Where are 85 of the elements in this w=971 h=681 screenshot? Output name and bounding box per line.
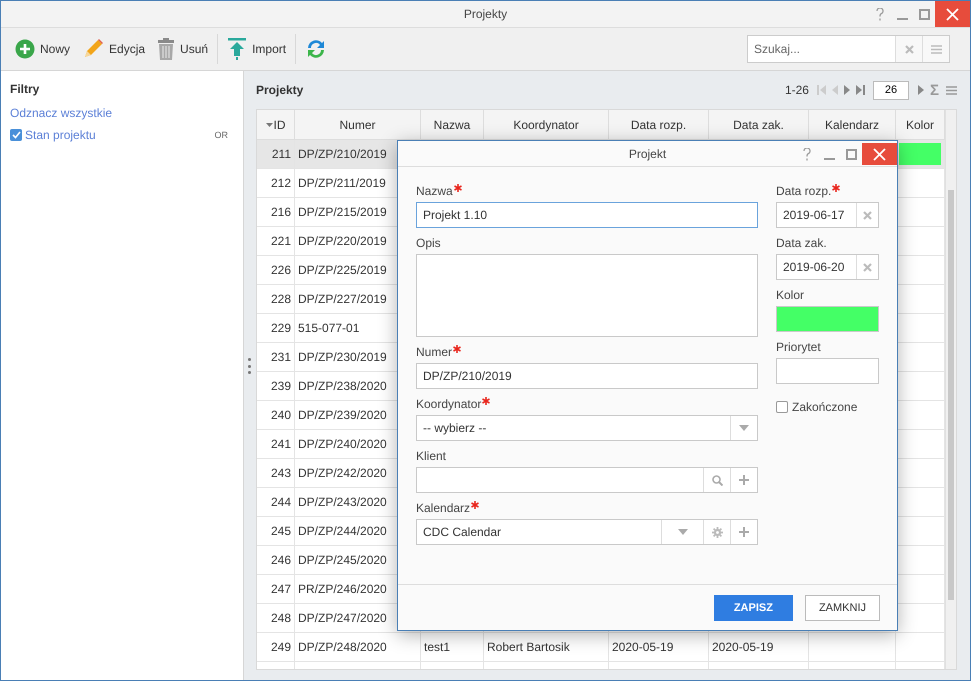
table-cell: DP/ZP/230/2019 (298, 350, 387, 364)
text-input[interactable]: Projekt 1.10 (417, 203, 757, 227)
table-cell: DP/ZP/247/2020 (298, 611, 387, 625)
table-cell: PR/ZP/246/2020 (298, 582, 387, 596)
field-label: Opis (416, 236, 442, 250)
window-title: Projekty (464, 7, 508, 21)
table-cell: 226 (270, 263, 291, 277)
table-cell: 244 (270, 495, 291, 509)
filters-title: Filtry (10, 82, 40, 96)
field-label: Numer (416, 345, 758, 359)
toolbar-button[interactable]: Usuń (151, 33, 214, 65)
field-label: Data zak. (776, 236, 828, 250)
table-cell: DP/ZP/211/2019 (298, 176, 386, 190)
field-label: Kalendarz (416, 501, 758, 515)
table-cell: 243 (270, 466, 291, 480)
table-cell: 241 (270, 437, 291, 451)
date-input[interactable]: 2019-06-17 (777, 203, 856, 227)
table-cell: DP/ZP/248/2020 (298, 640, 387, 654)
table-cell: 248 (270, 611, 291, 625)
search-field[interactable]: Szukaj... (747, 35, 950, 63)
grid-title: Projekty (256, 83, 304, 97)
dropdown-field[interactable]: -- wybierz -- (416, 415, 758, 441)
dropdown-input[interactable]: CDC Calendar (417, 520, 661, 544)
table-cell: DP/ZP/238/2020 (298, 379, 387, 393)
table-cell: 2020-05-19 (712, 640, 774, 654)
date-input[interactable]: 2019-06-20 (777, 255, 856, 279)
table-cell: DP/ZP/227/2019 (298, 292, 387, 306)
dropdown-input[interactable]: -- wybierz -- (417, 416, 730, 440)
page-input[interactable]: 26 (872, 80, 909, 100)
filter-operator: OR (214, 130, 228, 140)
field-label: Kolor (776, 288, 806, 302)
table-cell: DP/ZP/239/2020 (298, 408, 387, 422)
date-field[interactable]: 2019-06-17 (776, 202, 879, 228)
field-label: Nazwa (416, 184, 758, 198)
table-cell: DP/ZP/240/2020 (298, 437, 387, 451)
table-cell: 240 (270, 408, 291, 422)
table-cell: 231 (270, 350, 291, 364)
toolbar-button[interactable]: Import (221, 33, 292, 65)
save-button[interactable]: ZAPISZ (714, 594, 793, 620)
table-cell: 228 (270, 292, 291, 306)
date-field[interactable]: 2019-06-20 (776, 254, 879, 280)
table-cell: DP/ZP/244/2020 (298, 524, 387, 538)
column-header[interactable]: Nazwa (421, 110, 484, 139)
field-label: Klient (416, 449, 448, 463)
column-header[interactable]: Koordynator (484, 110, 609, 139)
dropdown-field[interactable]: CDC Calendar (416, 519, 758, 545)
column-header[interactable]: ID (257, 110, 295, 139)
table-cell: DP/ZP/220/2019 (298, 234, 387, 248)
column-header[interactable]: Data zak. (709, 110, 809, 139)
column-header[interactable]: Data rozp. (609, 110, 709, 139)
table-cell: DP/ZP/210/2019 (298, 147, 387, 161)
table-cell: 2020-05-19 (612, 640, 674, 654)
filter-label[interactable]: Stan projektu (25, 128, 96, 142)
field-label: Data rozp. (776, 184, 879, 198)
table-cell: 249 (270, 640, 291, 654)
table-cell: Robert Bartosik (487, 640, 570, 654)
table-cell: 246 (270, 553, 291, 567)
page-range: 1-26 (784, 83, 809, 97)
table-cell: test1 (424, 640, 450, 654)
toolbar-button[interactable]: Nowy (9, 33, 76, 65)
close-dialog-button[interactable]: ZAMKNIJ (804, 594, 880, 620)
table-cell: 212 (270, 176, 291, 190)
table-cell: DP/ZP/215/2019 (298, 205, 387, 219)
dialog-title: Projekt (628, 146, 666, 160)
table-row[interactable]: 249 DP/ZP/248/2020 test1 Robert Bartosik 2020-05-19 2020-05-19 (257, 633, 945, 662)
table-cell: 515-077-01 (298, 321, 360, 335)
table-cell: DP/ZP/243/2020 (298, 495, 387, 509)
table-cell: 211 (272, 147, 291, 161)
table-cell: DP/ZP/242/2020 (298, 466, 387, 480)
table-cell: DP/ZP/225/2019 (298, 263, 387, 277)
table-cell: 247 (270, 582, 291, 596)
table-cell: 239 (270, 379, 291, 393)
table-cell: DP/ZP/245/2020 (298, 553, 387, 567)
table-cell: 216 (270, 205, 291, 219)
table-cell: 245 (270, 524, 291, 538)
completed-checkbox[interactable]: Zakończone (776, 400, 879, 414)
table-cell: 221 (270, 234, 291, 248)
field-label: Priorytet (776, 340, 822, 354)
toolbar-button[interactable]: Edycja (76, 33, 152, 65)
field-label: Koordynator (416, 397, 758, 411)
table-cell: 229 (270, 321, 291, 335)
column-header[interactable]: Kalendarz (809, 110, 896, 139)
deselect-all-link[interactable]: Odznacz wszystkie (10, 106, 234, 120)
text-input[interactable]: DP/ZP/210/2019 (417, 364, 757, 388)
column-header[interactable]: Numer (295, 110, 421, 139)
